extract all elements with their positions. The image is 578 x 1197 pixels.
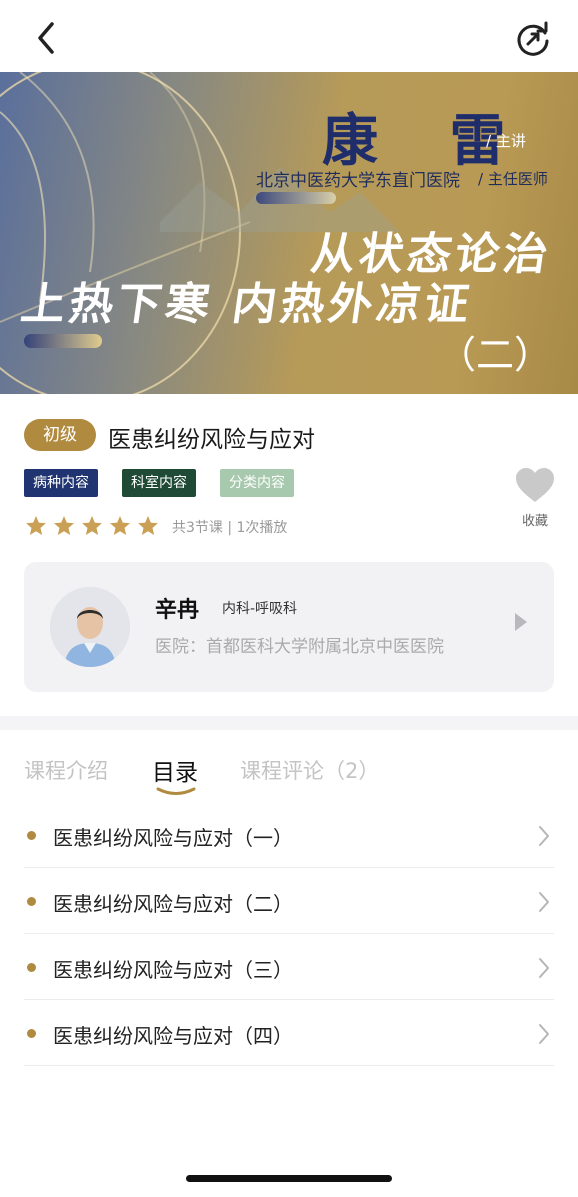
bullet-dot xyxy=(27,897,36,906)
star-icon xyxy=(138,516,158,535)
tag-department[interactable]: 科室内容 xyxy=(122,469,196,497)
course-title: 医患纠纷风险与应对 xyxy=(108,427,315,453)
decorative-pill xyxy=(24,334,102,348)
star-icon xyxy=(82,516,102,535)
bullet-dot xyxy=(27,963,36,972)
bullet-dot xyxy=(27,831,36,840)
banner-headline-line3: （二） xyxy=(437,333,552,377)
rating-stars xyxy=(24,514,160,538)
level-badge: 初级 xyxy=(24,419,96,451)
chevron-right-icon xyxy=(539,958,549,978)
share-refresh-icon[interactable] xyxy=(514,20,552,58)
tab-catalog[interactable]: 目录 xyxy=(152,753,198,787)
course-banner: 康 雷 / 主讲 北京中医药大学东直门医院 / 主任医师 从状态论治 上热下寒 … xyxy=(0,72,578,394)
section-divider xyxy=(0,716,578,730)
teacher-card[interactable]: 辛冉 内科-呼吸科 医院：首都医科大学附属北京中医医院 xyxy=(24,562,554,692)
active-tab-indicator xyxy=(156,787,196,795)
star-icon xyxy=(26,516,46,535)
chapter-item[interactable]: 医患纠纷风险与应对（三） xyxy=(24,934,554,1000)
chapter-title: 医患纠纷风险与应对（三） xyxy=(53,958,293,982)
chapter-title: 医患纠纷风险与应对（二） xyxy=(53,892,293,916)
chapter-item[interactable]: 医患纠纷风险与应对（一） xyxy=(24,802,554,868)
lecturer-role: / 主讲 xyxy=(486,132,526,150)
teacher-avatar xyxy=(50,587,130,667)
course-stats: 共3节课 | 1次播放 xyxy=(172,520,288,536)
lecturer-title: / 主任医师 xyxy=(478,170,548,188)
lecturer-hospital: 北京中医药大学东直门医院 xyxy=(256,171,460,191)
chevron-right-icon xyxy=(539,826,549,846)
teacher-department: 内科-呼吸科 xyxy=(222,601,298,617)
home-indicator[interactable] xyxy=(186,1175,392,1182)
star-icon xyxy=(54,516,74,535)
star-icon xyxy=(110,516,130,535)
chapter-item[interactable]: 医患纠纷风险与应对（四） xyxy=(24,1000,554,1066)
teacher-hospital: 医院：首都医科大学附属北京中医医院 xyxy=(155,637,444,657)
chevron-right-icon xyxy=(539,892,549,912)
heart-icon xyxy=(516,468,554,502)
tag-disease[interactable]: 病种内容 xyxy=(24,469,98,497)
favorite-button[interactable]: 收藏 xyxy=(512,466,558,532)
teacher-name: 辛冉 xyxy=(155,598,200,623)
chapter-item[interactable]: 医患纠纷风险与应对（二） xyxy=(24,868,554,934)
tab-course-intro[interactable]: 课程介绍 xyxy=(24,755,108,785)
tab-comments[interactable]: 课程评论（2） xyxy=(240,755,379,785)
chevron-right-icon xyxy=(539,1024,549,1044)
banner-headline-line2: 上热下寒 内热外凉证 xyxy=(17,279,477,330)
play-icon[interactable] xyxy=(513,611,529,633)
decorative-pill xyxy=(256,192,336,204)
top-nav-bar xyxy=(0,0,578,72)
tag-category[interactable]: 分类内容 xyxy=(220,469,294,497)
chapter-title: 医患纠纷风险与应对（一） xyxy=(53,826,293,850)
favorite-label: 收藏 xyxy=(521,514,548,529)
chevron-left-icon[interactable] xyxy=(30,18,66,58)
chapter-title: 医患纠纷风险与应对（四） xyxy=(53,1024,293,1048)
bullet-dot xyxy=(27,1029,36,1038)
